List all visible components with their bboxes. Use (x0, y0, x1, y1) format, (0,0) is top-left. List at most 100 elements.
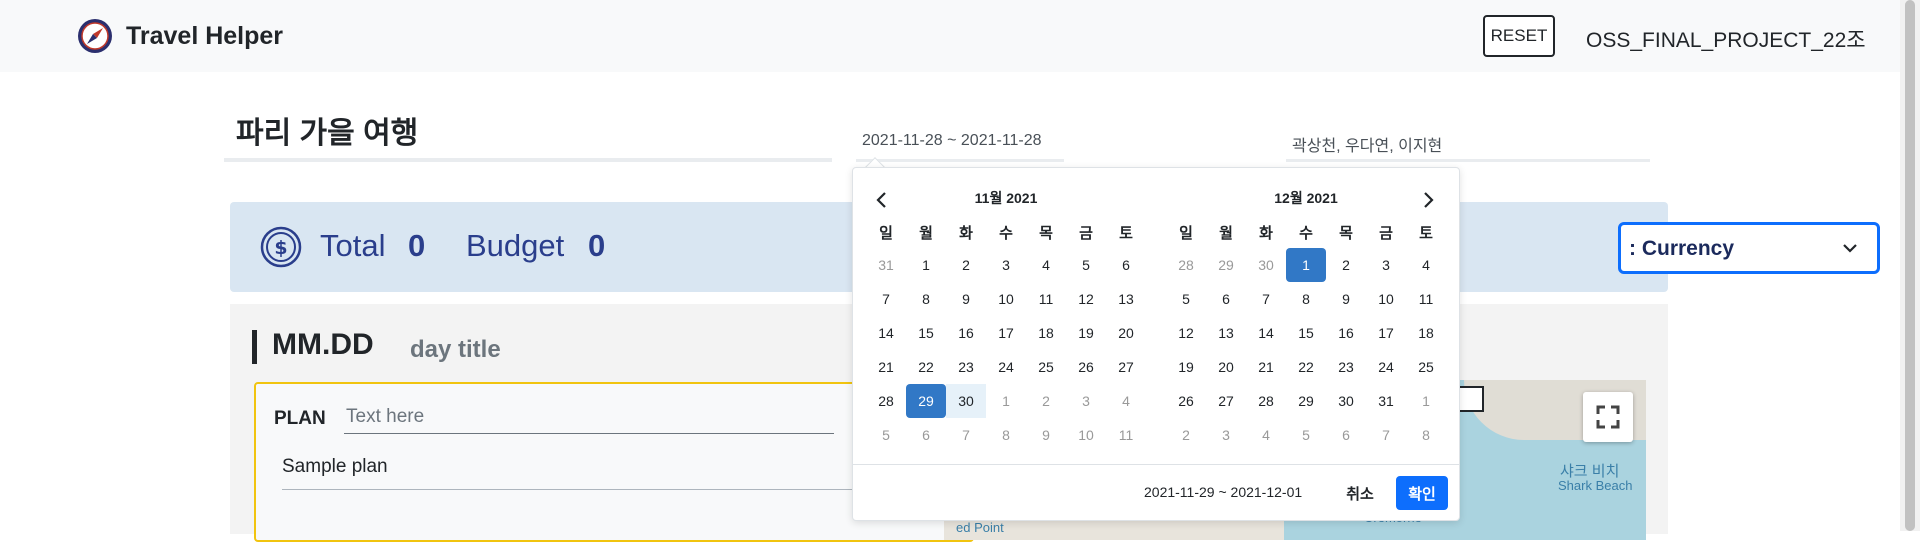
calendar-day[interactable]: 13 (1106, 282, 1146, 316)
calendar-day[interactable]: 11 (1406, 282, 1446, 316)
calendar-day[interactable]: 23 (1326, 350, 1366, 384)
calendar-day[interactable]: 31 (866, 248, 906, 282)
calendar-day[interactable]: 11 (1026, 282, 1066, 316)
calendar-day[interactable]: 2 (1326, 248, 1366, 282)
calendar-day[interactable]: 8 (1406, 418, 1446, 452)
calendar-day[interactable]: 2 (1166, 418, 1206, 452)
calendar-day[interactable]: 22 (906, 350, 946, 384)
calendar-day[interactable]: 18 (1406, 316, 1446, 350)
scrollbar-thumb[interactable] (1905, 0, 1915, 531)
calendar-day-in-range[interactable]: 30 (946, 384, 986, 418)
calendar-day[interactable]: 4 (1246, 418, 1286, 452)
calendar-day[interactable]: 10 (1066, 418, 1106, 452)
calendar-day[interactable]: 9 (1026, 418, 1066, 452)
calendar-day[interactable]: 27 (1206, 384, 1246, 418)
chevron-left-icon[interactable] (872, 190, 892, 210)
fullscreen-button[interactable] (1583, 392, 1633, 442)
plan-item[interactable]: Sample plan (282, 456, 882, 490)
calendar-day[interactable]: 24 (986, 350, 1026, 384)
calendar-day[interactable]: 27 (1106, 350, 1146, 384)
calendar-day[interactable]: 6 (906, 418, 946, 452)
calendar-day[interactable]: 28 (866, 384, 906, 418)
day-title[interactable]: day title (410, 336, 501, 364)
cancel-button[interactable]: 취소 (1334, 476, 1386, 510)
calendar-day[interactable]: 4 (1406, 248, 1446, 282)
calendar-day-selected-end[interactable]: 1 (1286, 248, 1326, 282)
calendar-day[interactable]: 5 (1286, 418, 1326, 452)
calendar-day[interactable]: 22 (1286, 350, 1326, 384)
calendar-day[interactable]: 7 (1246, 282, 1286, 316)
trip-title-field[interactable]: 파리 가을 여행 (224, 100, 832, 162)
calendar-day[interactable]: 3 (1066, 384, 1106, 418)
calendar-day[interactable]: 17 (986, 316, 1026, 350)
calendar-day[interactable]: 2 (946, 248, 986, 282)
calendar-day[interactable]: 3 (1206, 418, 1246, 452)
calendar-day[interactable]: 16 (946, 316, 986, 350)
calendar-day[interactable]: 17 (1366, 316, 1406, 350)
reset-button[interactable]: RESET (1483, 15, 1555, 57)
calendar-day[interactable]: 12 (1066, 282, 1106, 316)
calendar-day[interactable]: 8 (906, 282, 946, 316)
day-date[interactable]: MM.DD (272, 328, 374, 362)
calendar-day[interactable]: 29 (1286, 384, 1326, 418)
calendar-day[interactable]: 18 (1026, 316, 1066, 350)
calendar-day[interactable]: 30 (1246, 248, 1286, 282)
calendar-day[interactable]: 30 (1326, 384, 1366, 418)
calendar-day[interactable]: 5 (1166, 282, 1206, 316)
calendar-day[interactable]: 1 (906, 248, 946, 282)
calendar-day[interactable]: 23 (946, 350, 986, 384)
calendar-day[interactable]: 4 (1106, 384, 1146, 418)
calendar-day[interactable]: 28 (1246, 384, 1286, 418)
calendar-day[interactable]: 20 (1106, 316, 1146, 350)
brand[interactable]: Travel Helper (76, 17, 283, 55)
calendar-day[interactable]: 14 (866, 316, 906, 350)
calendar-day[interactable]: 25 (1406, 350, 1446, 384)
calendar-day-selected-start[interactable]: 29 (906, 384, 946, 418)
calendar-day[interactable]: 2 (1026, 384, 1066, 418)
calendar-day[interactable]: 20 (1206, 350, 1246, 384)
currency-select[interactable]: : Currency (1618, 222, 1880, 274)
calendar-day[interactable]: 28 (1166, 248, 1206, 282)
calendar-day[interactable]: 8 (1286, 282, 1326, 316)
calendar-day[interactable]: 7 (946, 418, 986, 452)
chevron-right-icon[interactable] (1418, 190, 1438, 210)
members-input[interactable]: 곽상천, 우다연, 이지현 (1286, 124, 1650, 162)
calendar-day[interactable]: 1 (986, 384, 1026, 418)
confirm-button[interactable]: 확인 (1396, 476, 1448, 510)
calendar-day[interactable]: 7 (1366, 418, 1406, 452)
calendar-day[interactable]: 16 (1326, 316, 1366, 350)
date-range-input[interactable]: 2021-11-28 ~ 2021-11-28 (856, 124, 1064, 162)
calendar-day[interactable]: 3 (986, 248, 1026, 282)
calendar-day[interactable]: 26 (1166, 384, 1206, 418)
calendar-day[interactable]: 5 (1066, 248, 1106, 282)
calendar-day[interactable]: 6 (1106, 248, 1146, 282)
calendar-day[interactable]: 3 (1366, 248, 1406, 282)
calendar-day[interactable]: 10 (986, 282, 1026, 316)
calendar-day[interactable]: 14 (1246, 316, 1286, 350)
plan-input[interactable]: Text here (344, 404, 834, 434)
calendar-day[interactable]: 10 (1366, 282, 1406, 316)
calendar-day[interactable]: 15 (1286, 316, 1326, 350)
calendar-day[interactable]: 31 (1366, 384, 1406, 418)
calendar-day[interactable]: 4 (1026, 248, 1066, 282)
calendar-day[interactable]: 1 (1406, 384, 1446, 418)
calendar-day[interactable]: 19 (1166, 350, 1206, 384)
calendar-day[interactable]: 11 (1106, 418, 1146, 452)
calendar-day[interactable]: 26 (1066, 350, 1106, 384)
calendar-day[interactable]: 29 (1206, 248, 1246, 282)
calendar-day[interactable]: 19 (1066, 316, 1106, 350)
calendar-day[interactable]: 21 (1246, 350, 1286, 384)
calendar-day[interactable]: 25 (1026, 350, 1066, 384)
calendar-day[interactable]: 5 (866, 418, 906, 452)
calendar-day[interactable]: 21 (866, 350, 906, 384)
calendar-day[interactable]: 15 (906, 316, 946, 350)
calendar-day[interactable]: 8 (986, 418, 1026, 452)
calendar-day[interactable]: 7 (866, 282, 906, 316)
calendar-day[interactable]: 9 (946, 282, 986, 316)
calendar-day[interactable]: 9 (1326, 282, 1366, 316)
calendar-day[interactable]: 13 (1206, 316, 1246, 350)
calendar-day[interactable]: 6 (1326, 418, 1366, 452)
calendar-day[interactable]: 12 (1166, 316, 1206, 350)
calendar-day[interactable]: 24 (1366, 350, 1406, 384)
calendar-day[interactable]: 6 (1206, 282, 1246, 316)
